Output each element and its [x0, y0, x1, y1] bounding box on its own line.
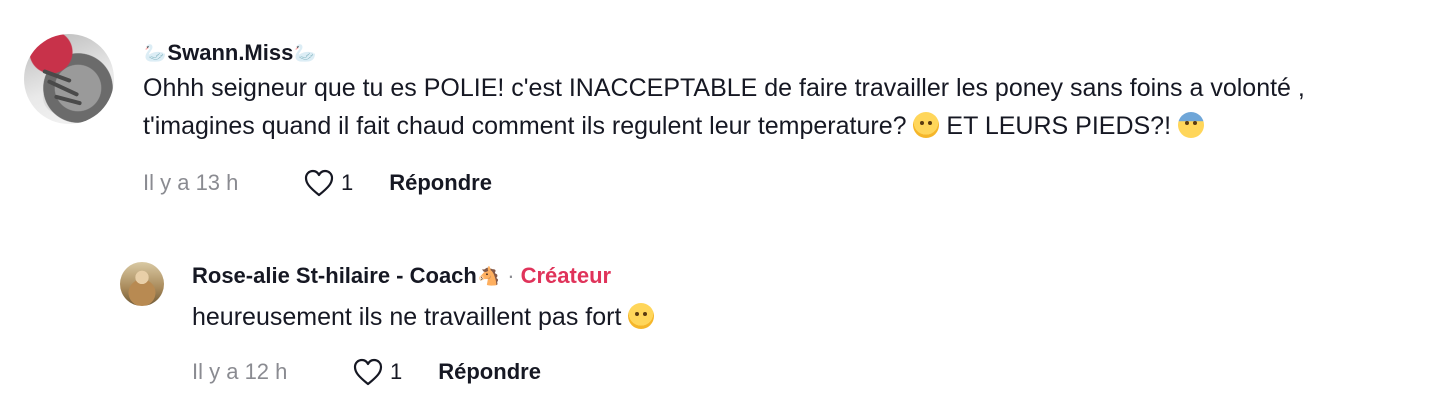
- comment: 🦢 Swann.Miss 🦢 Ohhh seigneur que tu es P…: [24, 34, 1404, 199]
- comment-body: 🦢 Swann.Miss 🦢 Ohhh seigneur que tu es P…: [143, 34, 1404, 199]
- heart-icon: [353, 358, 383, 386]
- like-button[interactable]: 1: [303, 168, 353, 198]
- comment-author-row: Rose-alie St-hilaire - Coach 🐴 · Créateu…: [192, 262, 654, 290]
- heart-icon: [304, 169, 334, 197]
- comment-meta: Il y a 13 h 1 Répondre: [143, 167, 1404, 199]
- comment-text: heureusement ils ne travaillent pas fort: [192, 298, 655, 336]
- comment-username[interactable]: Swann.Miss: [167, 39, 293, 67]
- anxious-sweat-face-icon: [1177, 112, 1204, 138]
- swan-icon: 🦢: [144, 43, 167, 63]
- reply-button[interactable]: Répondre: [438, 359, 541, 385]
- reply-comment: Rose-alie St-hilaire - Coach 🐴 · Créateu…: [120, 262, 1400, 388]
- comment-text: Ohhh seigneur que tu es POLIE! c'est INA…: [143, 69, 1404, 145]
- comment-author-row: 🦢 Swann.Miss 🦢: [143, 39, 1404, 67]
- like-count: 1: [390, 359, 403, 384]
- comment-meta: Il y a 12 h 1 Répondre: [192, 356, 654, 388]
- like-count: 1: [341, 170, 354, 195]
- comment-timestamp: Il y a 13 h: [143, 170, 239, 195]
- like-button[interactable]: 1: [352, 357, 402, 387]
- avatar[interactable]: [120, 262, 164, 306]
- separator: ·: [507, 263, 515, 288]
- horse-icon: 🐴: [477, 266, 501, 286]
- creator-badge: Créateur: [520, 263, 612, 288]
- comment-text-part: ET LEURS PIEDS?!: [939, 112, 1178, 140]
- comment-username[interactable]: Rose-alie St-hilaire - Coach: [192, 262, 477, 290]
- swan-icon: 🦢: [294, 43, 317, 63]
- comment-body: Rose-alie St-hilaire - Coach 🐴 · Créateu…: [192, 262, 655, 388]
- reply-button[interactable]: Répondre: [389, 170, 492, 196]
- comment-text-part: heureusement ils ne travaillent pas fort: [192, 303, 629, 331]
- smiling-face-icon: [628, 303, 655, 329]
- comment-timestamp: Il y a 12 h: [192, 359, 288, 384]
- avatar[interactable]: [24, 34, 114, 124]
- pleading-face-icon: [913, 112, 940, 138]
